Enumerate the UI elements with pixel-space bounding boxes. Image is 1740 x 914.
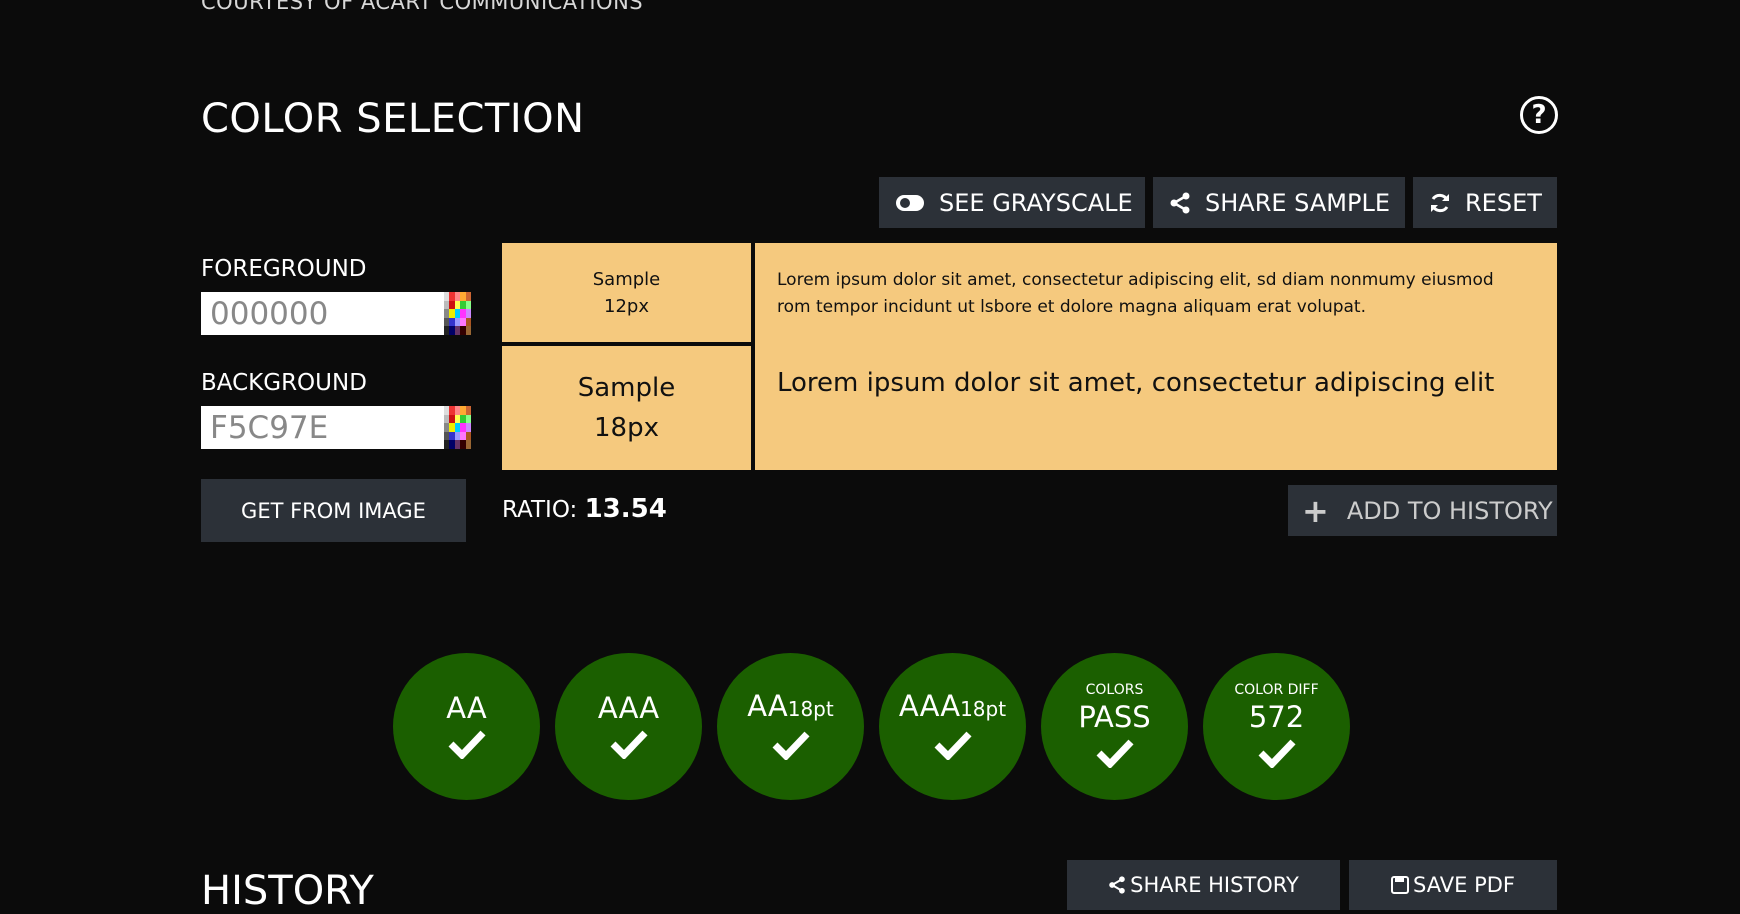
checkmark-icon [1258, 738, 1296, 772]
sample-12px-line1: Sample [592, 268, 661, 290]
courtesy-text: COURTESY OF ACART COMMUNICATIONS [201, 0, 644, 14]
save-pdf-label: SAVE PDF [1413, 873, 1515, 897]
see-grayscale-label: SEE GRAYSCALE [939, 188, 1133, 217]
ratio-label: RATIO: [502, 497, 578, 523]
lorem-small-text: Lorem ipsum dolor sit amet, consectetur … [777, 270, 1494, 317]
result-label: AAA18pt [899, 689, 1006, 726]
checkmark-icon [448, 729, 486, 763]
background-label: BACKGROUND [201, 370, 367, 396]
result-main: AAA [597, 690, 660, 725]
checkmark-icon [1096, 738, 1134, 772]
page-title: COLOR SELECTION [201, 96, 585, 142]
background-field [201, 406, 471, 449]
result-sub: 18pt [787, 697, 834, 721]
result-main: AA [747, 689, 788, 723]
see-grayscale-button[interactable]: SEE GRAYSCALE [879, 177, 1145, 228]
result-label: AA18pt [747, 689, 833, 726]
share-icon [1108, 876, 1126, 894]
add-to-history-label: ADD TO HISTORY [1346, 496, 1553, 525]
history-title: HISTORY [201, 868, 374, 914]
reset-button[interactable]: RESET [1413, 177, 1557, 228]
result-caption: COLORS [1085, 681, 1144, 698]
share-history-button[interactable]: SHARE HISTORY [1067, 860, 1340, 910]
result-main: 572 [1248, 699, 1305, 734]
contrast-ratio: RATIO: 13.54 [502, 494, 667, 524]
checkmark-icon [934, 730, 972, 764]
result-badge: AAA [555, 653, 702, 800]
save-icon [1391, 876, 1410, 894]
refresh-icon [1429, 192, 1451, 214]
lorem-sample: Lorem ipsum dolor sit amet, consectetur … [755, 243, 1557, 470]
result-badge: COLOR DIFF 572 [1203, 653, 1350, 800]
sample-12px-line2: 12px [604, 295, 649, 317]
ratio-value: 13.54 [584, 494, 667, 524]
color-palette-icon[interactable] [444, 292, 471, 335]
checkmark-icon [772, 730, 810, 764]
add-to-history-button[interactable]: + ADD TO HISTORY [1288, 485, 1557, 536]
result-label: AA [446, 691, 486, 725]
sample-18px: Sample 18px [502, 346, 751, 470]
share-icon [1169, 192, 1191, 214]
result-main: AAA [898, 689, 961, 723]
reset-label: RESET [1465, 188, 1542, 217]
result-badge: AA18pt [717, 653, 864, 800]
help-icon[interactable]: ? [1520, 96, 1558, 134]
result-label: 572 [1249, 700, 1304, 734]
result-label: PASS [1078, 700, 1150, 734]
result-main: AA [446, 690, 487, 725]
result-badge: AAA18pt [879, 653, 1026, 800]
share-sample-label: SHARE SAMPLE [1205, 188, 1390, 217]
get-from-image-button[interactable]: GET FROM IMAGE [201, 479, 466, 542]
save-pdf-button[interactable]: SAVE PDF [1349, 860, 1557, 910]
sample-12px: Sample 12px [502, 243, 751, 342]
result-main: PASS [1078, 699, 1151, 734]
result-badge: COLORS PASS [1041, 653, 1188, 800]
foreground-field [201, 292, 471, 335]
sample-18px-line2: 18px [594, 413, 659, 443]
result-caption: COLOR DIFF [1234, 681, 1319, 698]
plus-icon: + [1302, 491, 1329, 530]
foreground-label: FOREGROUND [201, 256, 367, 282]
lorem-large-text: Lorem ipsum dolor sit amet, consectetur … [777, 368, 1495, 398]
share-history-label: SHARE HISTORY [1130, 873, 1299, 897]
color-palette-icon[interactable] [444, 406, 471, 449]
background-input[interactable] [201, 406, 444, 449]
foreground-input[interactable] [201, 292, 444, 335]
toggle-icon [895, 194, 925, 212]
share-sample-button[interactable]: SHARE SAMPLE [1153, 177, 1405, 228]
result-label: AAA [598, 691, 659, 725]
checkmark-icon [610, 729, 648, 763]
result-sub: 18pt [960, 697, 1007, 721]
result-badge: AA [393, 653, 540, 800]
sample-18px-line1: Sample [577, 373, 676, 403]
